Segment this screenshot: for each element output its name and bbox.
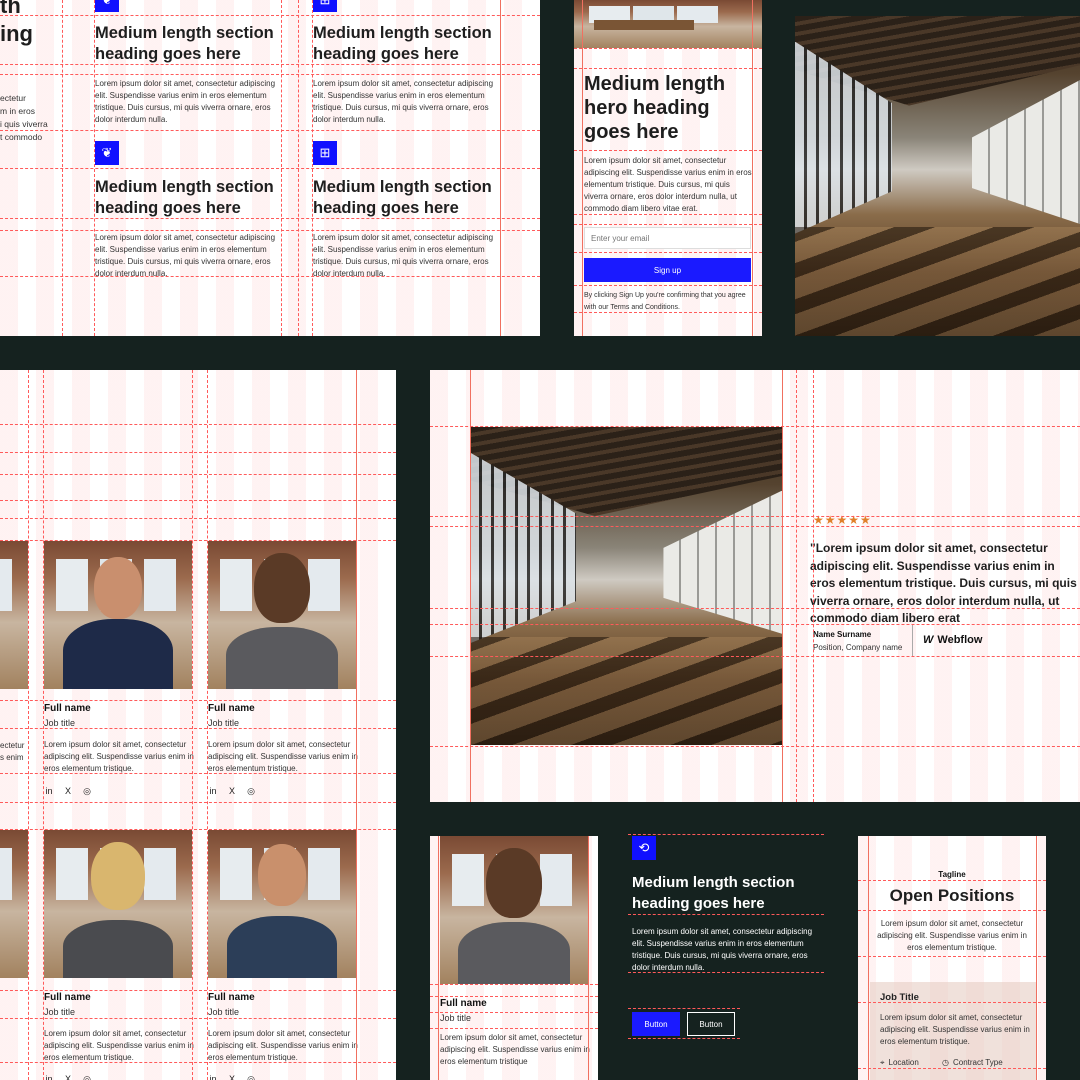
mobile-hero-panel: Medium length hero heading goes here Lor… — [574, 0, 762, 336]
feature-body: Lorem ipsum dolor sit amet, consectetur … — [313, 79, 494, 124]
linkedin-icon[interactable]: in — [44, 1074, 54, 1080]
feature-heading: Medium length section heading goes here — [95, 24, 274, 63]
x-icon[interactable]: X — [63, 1074, 73, 1080]
member-name: Full name — [208, 992, 255, 1003]
primary-button[interactable]: Button — [632, 1012, 680, 1036]
positions-heading: Open Positions — [889, 886, 1015, 905]
refresh-icon: ⟲ — [632, 836, 656, 860]
location-label: Location — [888, 1058, 919, 1067]
network-icon: ⊞ — [313, 0, 337, 12]
member-name: Full name — [44, 703, 91, 714]
hall-photo — [795, 16, 1080, 336]
member-title: Job title — [208, 718, 240, 728]
member-bio: Lorem ipsum dolor sit amet, consectetur … — [44, 1029, 194, 1062]
cut-bio: ectetur s enim — [0, 741, 25, 762]
feature-heading: Medium length section heading goes here — [313, 24, 492, 63]
member-bio: Lorem ipsum dolor sit amet, consectetur … — [208, 740, 358, 773]
positions-body: Lorem ipsum dolor sit amet, consectetur … — [877, 919, 1027, 952]
member-bio: Lorem ipsum dolor sit amet, consectetur … — [208, 1029, 358, 1062]
testimonial-photo — [470, 427, 782, 745]
team-panel: ectetur s enim Full name Job title Lorem… — [0, 370, 396, 1080]
leaf-icon: ❦ — [95, 141, 119, 165]
terms-text: By clicking Sign Up you're confirming th… — [584, 292, 746, 311]
webflow-icon: W — [923, 634, 934, 646]
team-photo — [44, 830, 192, 978]
member-name: Full name — [44, 992, 91, 1003]
leaf-icon: ❦ — [95, 0, 119, 12]
dribbble-icon[interactable]: ◎ — [82, 1074, 92, 1080]
testimonial-panel: ★★★★★ "Lorem ipsum dolor sit amet, conse… — [430, 370, 1080, 802]
x-icon[interactable]: X — [63, 786, 73, 797]
author-position: Position, Company name — [813, 643, 903, 652]
webflow-logo: W Webflow — [923, 634, 983, 646]
feature-heading: Medium length section heading goes here — [95, 178, 274, 217]
email-input[interactable] — [584, 227, 751, 249]
contract-label: Contract Type — [952, 1058, 1003, 1067]
team-photo — [440, 836, 588, 984]
cut-heading: th ing — [0, 0, 33, 46]
job-body: Lorem ipsum dolor sit amet, consectetur … — [880, 1013, 1030, 1046]
network-icon: ⊞ — [313, 141, 337, 165]
location-icon: ⌖ — [880, 1058, 885, 1067]
hero-body: Lorem ipsum dolor sit amet, consectetur … — [584, 156, 752, 213]
social-links: in X ◎ — [44, 786, 92, 797]
social-links: in X ◎ — [208, 1074, 256, 1080]
dribbble-icon[interactable]: ◎ — [82, 786, 92, 797]
member-bio: Lorem ipsum dolor sit amet, consectetur … — [440, 1033, 590, 1066]
signup-button[interactable]: Sign up — [584, 258, 751, 282]
team-photo — [44, 541, 192, 689]
x-icon[interactable]: X — [227, 1074, 237, 1080]
positions-panel: Tagline Open Positions Lorem ipsum dolor… — [858, 836, 1046, 1080]
section-body: Lorem ipsum dolor sit amet, consectetur … — [632, 927, 813, 972]
social-links: in X ◎ — [44, 1074, 92, 1080]
member-title: Job title — [440, 1013, 472, 1023]
cut-body: ectetur m in eros i quis viverra t commo… — [0, 93, 48, 142]
quote-text: "Lorem ipsum dolor sit amet, consectetur… — [810, 541, 1077, 625]
member-card-panel: Full name Job title Lorem ipsum dolor si… — [430, 836, 598, 1080]
linkedin-icon[interactable]: in — [208, 786, 218, 797]
team-photo — [208, 830, 356, 978]
hero-heading: Medium length hero heading goes here — [584, 73, 726, 143]
dark-section: ⟲ Medium length section heading goes her… — [598, 820, 848, 1080]
office-photo — [574, 0, 762, 48]
features-panel: th ing ectetur m in eros i quis viverra … — [0, 0, 540, 336]
team-photo — [0, 830, 28, 978]
linkedin-icon[interactable]: in — [208, 1074, 218, 1080]
dribbble-icon[interactable]: ◎ — [246, 786, 256, 797]
social-links: in X ◎ — [208, 786, 256, 797]
feature-heading: Medium length section heading goes here — [313, 178, 492, 217]
dribbble-icon[interactable]: ◎ — [246, 1074, 256, 1080]
member-title: Job title — [44, 718, 76, 728]
clock-icon: ◷ — [942, 1058, 949, 1067]
member-name: Full name — [208, 703, 255, 714]
feature-body: Lorem ipsum dolor sit amet, consectetur … — [95, 79, 276, 124]
linkedin-icon[interactable]: in — [44, 786, 54, 797]
tagline: Tagline — [938, 870, 966, 879]
member-title: Job title — [208, 1007, 240, 1017]
secondary-button[interactable]: Button — [687, 1012, 735, 1036]
member-bio: Lorem ipsum dolor sit amet, consectetur … — [44, 740, 194, 773]
author-name: Name Surname — [813, 630, 872, 639]
job-card[interactable]: Job Title Lorem ipsum dolor sit amet, co… — [870, 982, 1036, 1080]
team-photo — [208, 541, 356, 689]
team-photo — [0, 541, 28, 689]
feature-body: Lorem ipsum dolor sit amet, consectetur … — [313, 233, 494, 278]
member-name: Full name — [440, 998, 487, 1009]
member-title: Job title — [44, 1007, 76, 1017]
x-icon[interactable]: X — [227, 786, 237, 797]
feature-body: Lorem ipsum dolor sit amet, consectetur … — [95, 233, 276, 278]
section-heading: Medium length section heading goes here — [632, 874, 795, 912]
